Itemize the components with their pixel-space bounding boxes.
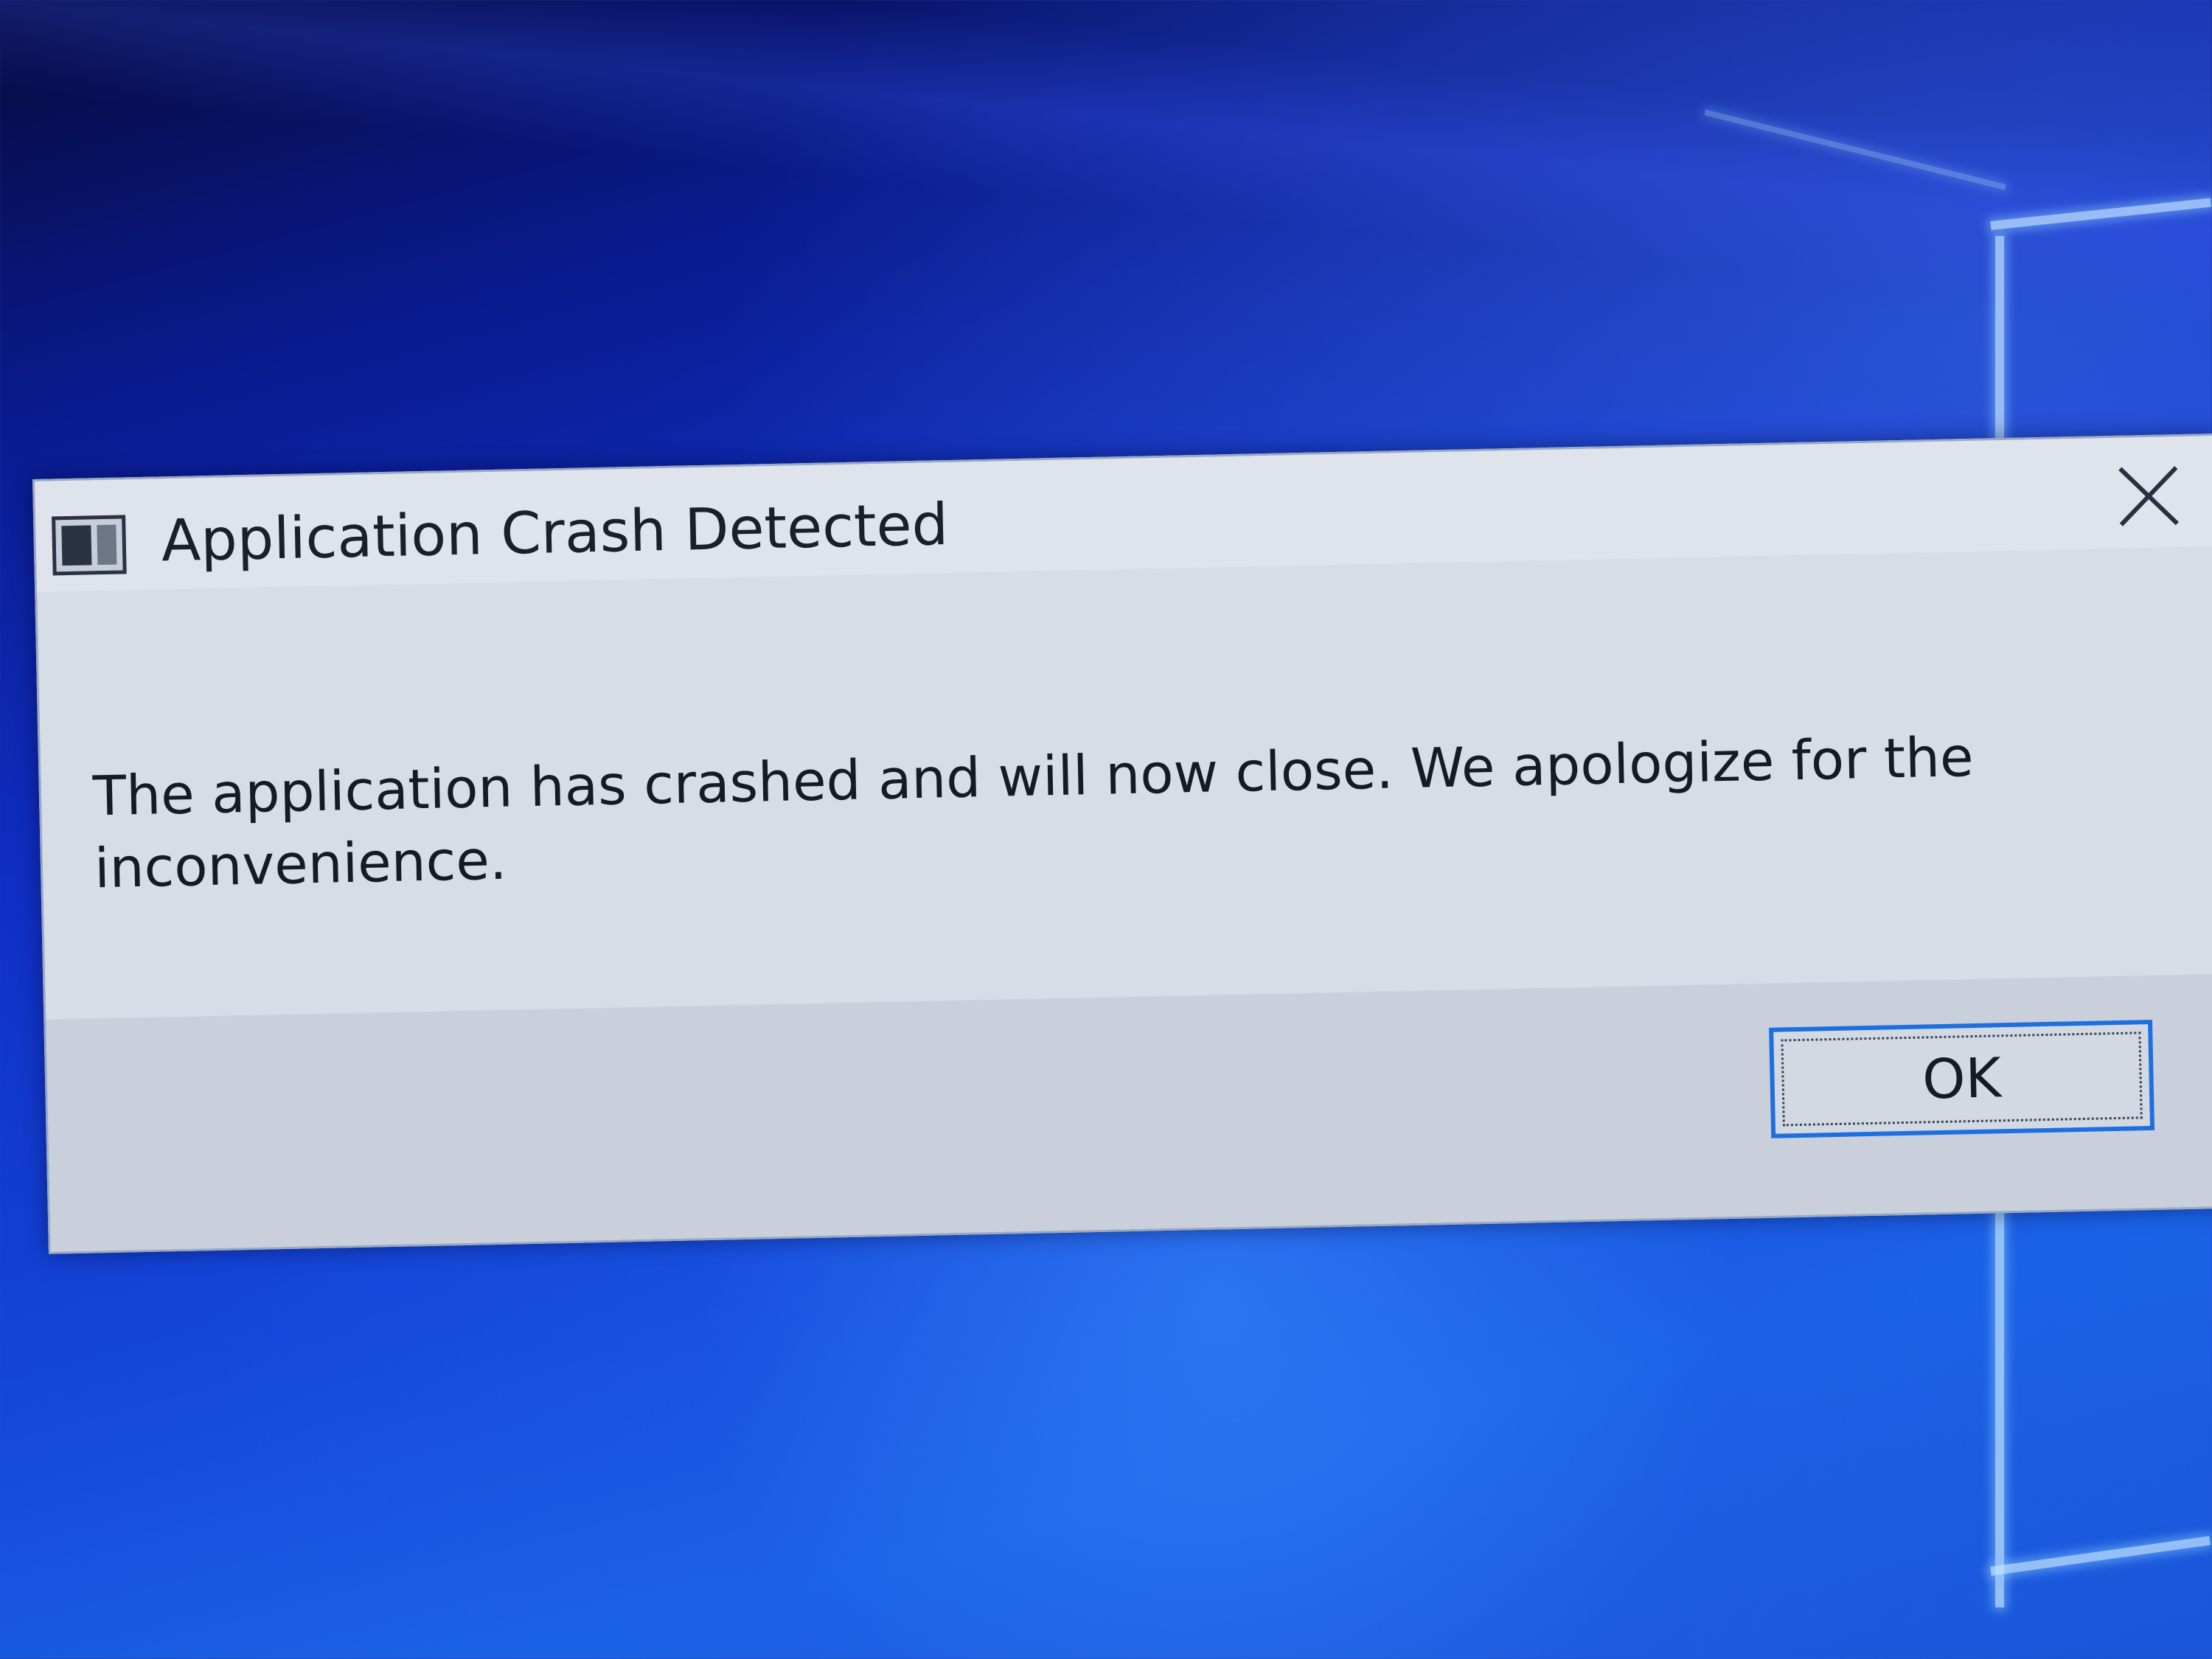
- application-window-icon: [52, 515, 127, 576]
- wallpaper-beam-bottom: [1990, 1536, 2211, 1576]
- dialog-message: The application has crashed and will now…: [92, 725, 1975, 901]
- wallpaper-light-streak: [0, 0, 2212, 338]
- ok-button[interactable]: OK: [1769, 1019, 2155, 1138]
- ok-button-label: OK: [1921, 1046, 2002, 1112]
- dialog-footer: OK: [46, 973, 2212, 1252]
- close-icon: [2118, 466, 2179, 526]
- crash-dialog: Application Crash Detected The applicati…: [32, 433, 2212, 1254]
- dialog-title: Application Crash Detected: [160, 492, 949, 575]
- close-button[interactable]: [2111, 459, 2186, 534]
